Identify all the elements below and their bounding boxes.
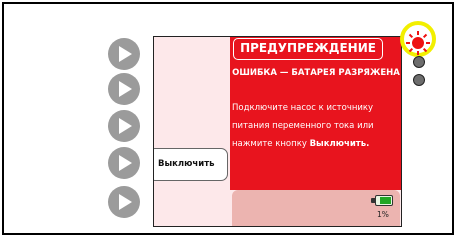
side-button-2[interactable] <box>108 73 140 105</box>
play-icon <box>119 118 132 134</box>
side-button-3[interactable] <box>108 110 140 142</box>
alarm-led-red <box>412 37 424 49</box>
status-led-gray-2 <box>413 74 425 86</box>
alarm-ray <box>417 51 419 55</box>
power-off-button[interactable]: Выключить <box>154 148 228 181</box>
battery-percent: 1% <box>377 210 389 219</box>
side-button-5[interactable] <box>108 186 140 218</box>
alarm-ray <box>406 42 410 44</box>
status-led-gray <box>413 56 425 68</box>
play-icon <box>119 194 132 210</box>
alert-message-emphasis: Выключить. <box>309 139 370 149</box>
side-button-4[interactable] <box>108 147 140 179</box>
status-bar: 1% <box>232 190 400 226</box>
alert-subtitle: ОШИБКА — БАТАРЕЯ РАЗРЯЖЕНА <box>232 68 400 78</box>
side-button-1[interactable] <box>108 38 140 70</box>
alert-panel: ПРЕДУПРЕЖДЕНИЕ ОШИБКА — БАТАРЕЯ РАЗРЯЖЕН… <box>230 37 401 190</box>
play-icon <box>119 46 132 62</box>
play-icon <box>119 155 132 171</box>
alert-title: ПРЕДУПРЕЖДЕНИЕ <box>233 38 383 60</box>
alert-message: Подключите насос к источнику питания пер… <box>232 99 398 153</box>
pump-screen: ПРЕДУПРЕЖДЕНИЕ ОШИБКА — БАТАРЕЯ РАЗРЯЖЕН… <box>153 36 402 227</box>
battery-icon <box>375 195 393 206</box>
alarm-ray <box>426 42 430 44</box>
battery-fill <box>380 197 391 204</box>
play-icon <box>119 81 132 97</box>
alarm-ray <box>417 31 419 35</box>
